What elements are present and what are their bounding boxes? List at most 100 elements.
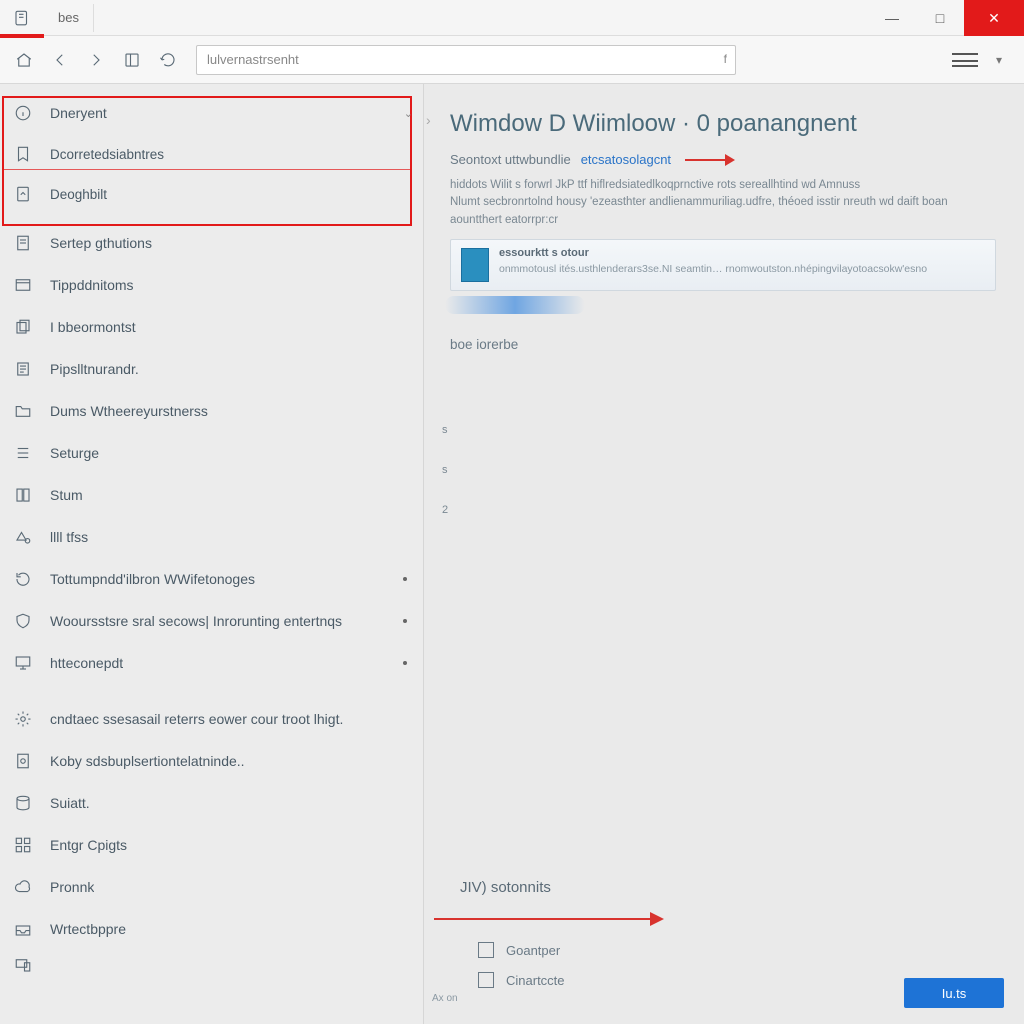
sidebar-item-11[interactable]: Tottumpndd'ilbron WWifetonoges [0,558,423,600]
page3-icon [478,942,494,958]
bottom-section-title: JIV) sotonnits [460,879,551,896]
refresh-icon[interactable] [152,44,184,76]
book-icon [12,484,34,506]
sidebar-item-2[interactable]: Deoghbilt [0,174,423,214]
sidebar-item-10[interactable]: llll tfss [0,516,423,558]
tiny-corner-text: Ax on [432,993,458,1004]
dot-indicator [403,619,407,623]
app-icon [0,0,44,36]
primary-button-label: Iu.ts [942,986,967,1001]
sidebar-item-1[interactable]: Dcorretedsiabntres [0,134,423,174]
bottom-item-label: Cinartccte [506,973,565,988]
back-icon[interactable] [44,44,76,76]
info-icon [12,102,34,124]
sidebar-item-label: cndtaec ssesasail reterrs eower cour tro… [50,711,343,727]
forward-icon[interactable] [80,44,112,76]
sidebar-group-1: Dneryent ⌄ Dcorretedsiabntres Deoghbilt [0,84,423,214]
search-hint: f [724,52,727,66]
highlight-marker [445,296,585,314]
window-buttons: — □ ✕ [868,0,1024,36]
sidebar-extra[interactable] [0,950,423,980]
subheading-row: Seontoxt uttwbundlie etcsatosolagcnt [450,152,996,167]
sidebar-item-label: Seturge [50,445,99,461]
sidebar-item-label: Pipslltnurandr. [50,361,139,377]
sidebar-group2-2[interactable]: Suiatt. [0,782,423,824]
description-text: hiddots Wilit s forwrl JkP ttf hiflredsi… [450,177,996,229]
sidebar-item-5[interactable]: I bbeormontst [0,306,423,348]
sidebar-item-13[interactable]: htteconepdt [0,642,423,684]
doc-icon [12,232,34,254]
sidebar-item-label: Deoghbilt [50,187,107,202]
grid-icon [12,834,34,856]
sub-label: Seontoxt uttwbundlie [450,152,571,167]
toolbar-right: ▾ [952,53,1016,67]
address-bar[interactable]: lulvernastrsenht f [196,45,736,75]
page2-icon [12,750,34,772]
sidebar-item-label: Entgr Cpigts [50,837,127,853]
bottom-item-label: Goantper [506,943,560,958]
menu-icon[interactable] [952,53,978,67]
chevron-right-icon: › [426,112,431,128]
sidebar-item-3[interactable]: Sertep gthutions [0,222,423,264]
close-button[interactable]: ✕ [964,0,1024,36]
chevron-down-icon[interactable]: ▾ [996,53,1002,67]
sidebar-item-label: Sertep gthutions [50,235,152,251]
shield-icon [12,610,34,632]
list-icon [12,442,34,464]
mini-marker-1: s [442,424,448,436]
dot-indicator [403,577,407,581]
sidebar-item-12[interactable]: Wooursstsre sral secows| Inrorunting ent… [0,600,423,642]
panel-icon[interactable] [116,44,148,76]
bottom-item-0[interactable]: Goantper [478,942,565,958]
sidebar-group2-0[interactable]: cndtaec ssesasail reterrs eower cour tro… [0,698,423,740]
page-icon [12,183,34,205]
titlebar: bes — □ ✕ [0,0,1024,36]
cloud-icon [12,876,34,898]
card-body: onmmotousl ités.usthlenderars3se.NI seam… [499,263,927,275]
sub-link[interactable]: etcsatosolagcnt [581,152,671,167]
sidebar-item-7[interactable]: Dums Wtheereyurstnerss [0,390,423,432]
card-title: essourktt s otour [499,246,985,261]
toolbar: lulvernastrsenht f ▾ [0,36,1024,84]
sidebar-item-label: Wrtectbppre [50,921,126,937]
info-card[interactable]: essourktt s otour onmmotousl ités.usthle… [450,239,996,291]
primary-button[interactable]: Iu.ts [904,978,1004,1008]
sidebar-group2-4[interactable]: Pronnk [0,866,423,908]
mini-marker-2: s [442,464,448,476]
maximize-button[interactable]: □ [916,0,964,36]
bookmark-icon [12,143,34,165]
window-icon [12,274,34,296]
db-icon [12,792,34,814]
sidebar-item-label: htteconepdt [50,655,123,671]
card-text: essourktt s otour onmmotousl ités.usthle… [499,246,985,277]
sidebar-item-0[interactable]: Dneryent ⌄ [0,92,423,134]
sidebar-item-8[interactable]: Seturge [0,432,423,474]
device-icon [12,954,34,976]
sidebar-group2-1[interactable]: Koby sdsbuplsertiontelatninde.. [0,740,423,782]
sidebar-item-label: Pronnk [50,879,94,895]
tab-label: bes [58,10,79,25]
stack-icon [12,316,34,338]
mini-marker-3: 2 [442,504,448,516]
sidebar-item-6[interactable]: Pipslltnurandr. [0,348,423,390]
main: Dneryent ⌄ Dcorretedsiabntres Deoghbilt … [0,84,1024,1024]
sidebar-item-label: Dneryent [50,105,107,121]
gear-icon [12,708,34,730]
sidebar-item-label: Koby sdsbuplsertiontelatninde.. [50,753,245,769]
home-icon[interactable] [8,44,40,76]
dot-indicator [403,661,407,665]
browser-tab[interactable]: bes [44,4,94,32]
sidebar-item-4[interactable]: Tippddnitoms [0,264,423,306]
bottom-item-1[interactable]: Cinartccte [478,972,565,988]
sidebar-item-label: Wooursstsre sral secows| Inrorunting ent… [50,613,342,629]
desc-line-2: Nlumt secbronrtolnd housy 'ezeasthter an… [450,194,996,229]
sidebar-group2-5[interactable]: Wrtectbppre [0,908,423,950]
annotation-arrow-icon [685,159,727,161]
sidebar-item-label: Tottumpndd'ilbron WWifetonoges [50,571,255,587]
minimize-button[interactable]: — [868,0,916,36]
sidebar-item-label: llll tfss [50,529,88,545]
sidebar-item-9[interactable]: Stum [0,474,423,516]
card-thumb-icon [461,248,489,282]
sidebar-item-label: Dums Wtheereyurstnerss [50,403,208,419]
sidebar-group2-3[interactable]: Entgr Cpigts [0,824,423,866]
